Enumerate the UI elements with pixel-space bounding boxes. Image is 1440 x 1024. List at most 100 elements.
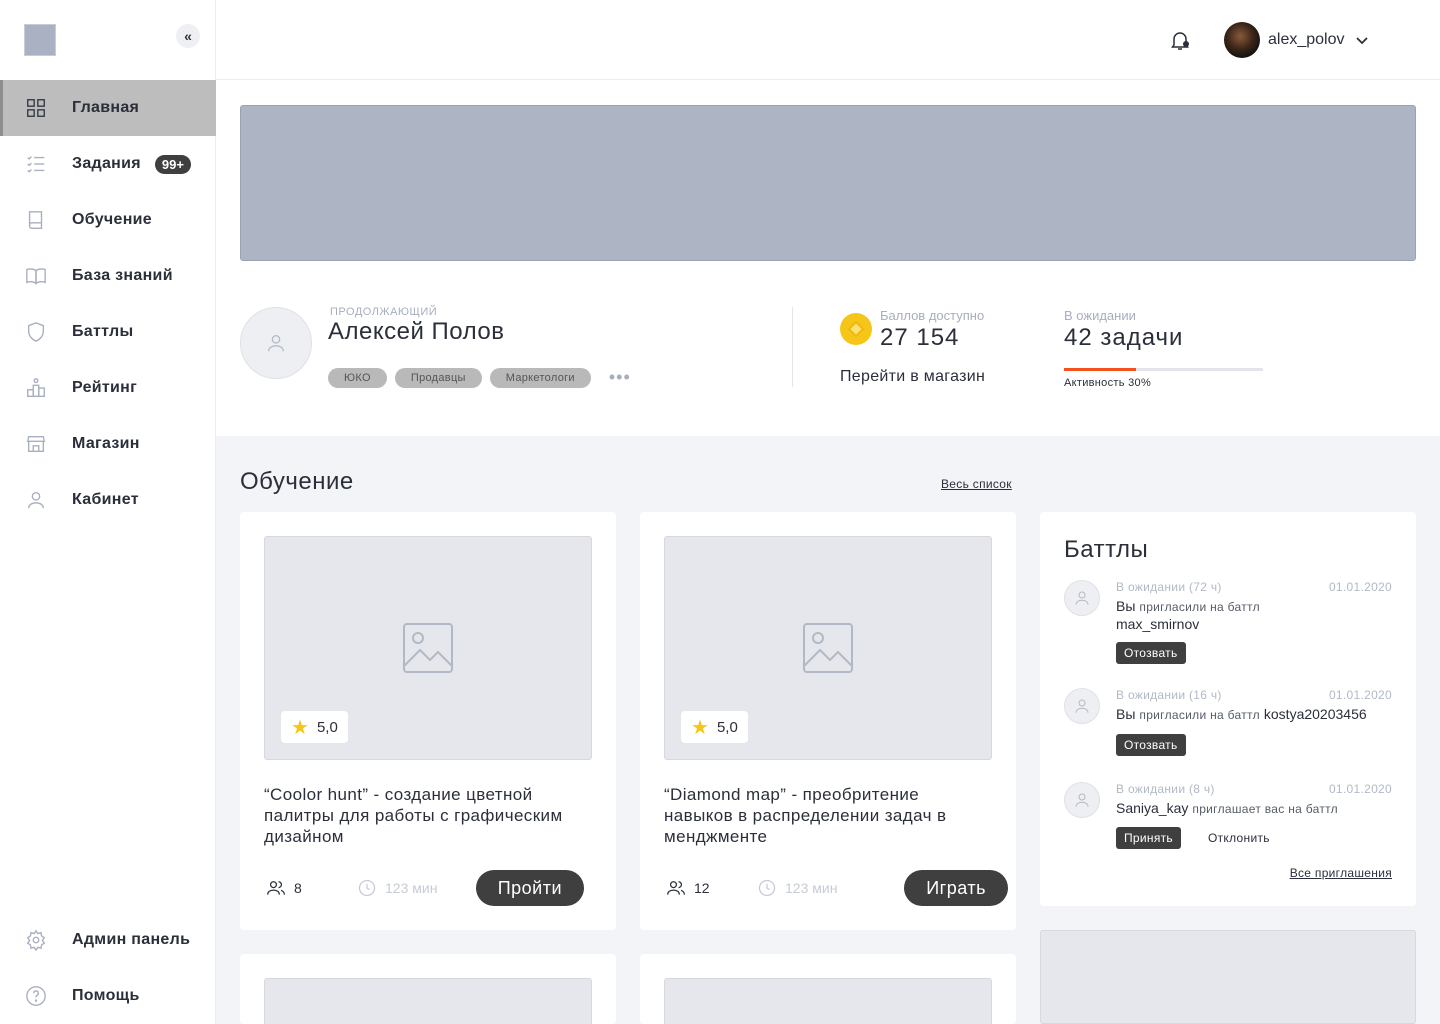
podium-icon [24, 376, 48, 400]
tag[interactable]: Маркетологи [489, 367, 591, 388]
invitation-who[interactable]: Saniya_kay [1116, 800, 1188, 816]
sidebar-item-help[interactable]: Помощь [0, 968, 216, 1024]
star-icon: ★ [291, 716, 309, 739]
sidebar-item-label: Админ панель [72, 931, 191, 948]
users-icon [267, 881, 285, 895]
divider [792, 307, 793, 387]
rating-badge: ★ 5,0 [281, 711, 348, 743]
user-icon [24, 488, 48, 512]
invitation-action: пригласили на баттл [1139, 600, 1260, 614]
sidebar-item-learning[interactable]: Обучение [0, 192, 216, 248]
rating-value: 5,0 [316, 718, 338, 736]
course-card[interactable]: ★ 5,0 “Coolor hunt” - создание цветной п… [240, 512, 616, 930]
profile-section: ПРОДОЛЖАЮЩИЙ Алексей Полов ЮКО Продавцы … [216, 80, 1440, 436]
sidebar-item-battles[interactable]: Баттлы [0, 304, 216, 360]
sidebar-item-label: База знаний [72, 267, 173, 284]
start-course-button[interactable]: Пройти [475, 870, 584, 906]
sidebar-item-label: Обучение [72, 211, 153, 228]
invitation-action: приглашает вас на баттл [1192, 802, 1338, 816]
battle-invitation: В ожидании (8 ч) 01.01.2020 Saniya_kay пр… [1064, 782, 1392, 852]
widget-placeholder [1040, 930, 1416, 1024]
notification-dot [1183, 41, 1189, 47]
rating-value: 5,0 [716, 718, 738, 736]
invitation-target[interactable]: kostya20203456 [1264, 706, 1367, 722]
user-icon [268, 335, 284, 352]
users-icon [667, 881, 685, 895]
collapse-sidebar-button[interactable]: « [176, 24, 200, 48]
pending-value: 42 задачи [1064, 324, 1184, 351]
store-icon [24, 432, 48, 456]
book-icon [24, 208, 48, 232]
logo[interactable] [24, 24, 56, 56]
course-card[interactable] [640, 954, 1016, 1024]
participants-count: 8 [294, 880, 302, 896]
battle-invitation: В ожидании (16 ч) 01.01.2020 Вы пригласил… [1064, 688, 1392, 760]
duration: 123 мин [357, 878, 437, 898]
tag[interactable]: ЮКО [328, 367, 387, 388]
sidebar-item-tasks[interactable]: Задания 99+ [0, 136, 216, 192]
all-invitations-link[interactable]: Все приглашения [1290, 866, 1392, 880]
sidebar-item-knowledge-base[interactable]: База знаний [0, 248, 216, 304]
invitation-who: Вы [1116, 598, 1136, 614]
invitation-who: Вы [1116, 706, 1136, 722]
points-label: Баллов доступно [880, 308, 985, 323]
invitation-text: Saniya_kay приглашает вас на баттл [1116, 800, 1392, 818]
go-to-store-link[interactable]: Перейти в магазин [840, 368, 985, 386]
learning-section-title: Обучение [240, 468, 354, 495]
tasks-count-badge: 99+ [154, 154, 191, 174]
pending-label: В ожидании [1064, 308, 1136, 323]
avatar [1064, 688, 1100, 724]
profile-name: Алексей Полов [328, 318, 505, 345]
user-icon [1075, 591, 1089, 605]
battles-panel: Баттлы В ожидании (72 ч) 01.01.2020 Вы пр… [1040, 512, 1416, 906]
bell-icon[interactable] [1168, 28, 1192, 52]
invitation-target[interactable]: max_smirnov [1116, 616, 1199, 632]
course-image: ★ 5,0 [664, 536, 992, 760]
sidebar-item-label: Кабинет [72, 491, 139, 508]
course-title[interactable]: “Diamond map” - преобритение навыков в р… [664, 784, 984, 847]
sidebar: « Главная Задания 99+ Обучение База знан… [0, 0, 216, 1024]
rating-badge: ★ 5,0 [681, 711, 748, 743]
course-card[interactable] [240, 954, 616, 1024]
learning-all-link[interactable]: Весь список [941, 477, 1012, 491]
user-icon [1075, 699, 1089, 713]
more-icon[interactable]: ••• [609, 367, 631, 388]
revoke-button[interactable]: Отозвать [1116, 642, 1186, 664]
sidebar-item-label: Задания [72, 155, 141, 172]
invitation-status: В ожидании (16 ч) [1116, 688, 1222, 702]
decline-button[interactable]: Отклонить [1208, 831, 1270, 845]
duration-value: 123 мин [385, 880, 438, 896]
image-placeholder-icon [803, 623, 853, 673]
battles-title: Баттлы [1064, 536, 1149, 563]
invitation-action: пригласили на баттл [1139, 708, 1260, 722]
participants: 8 [266, 878, 302, 898]
sidebar-item-label: Баттлы [72, 323, 134, 340]
sidebar-item-rating[interactable]: Рейтинг [0, 360, 216, 416]
sidebar-item-home[interactable]: Главная [0, 80, 216, 136]
play-course-button[interactable]: Играть [904, 870, 1008, 906]
star-icon: ★ [691, 716, 709, 739]
profile-avatar [240, 307, 312, 379]
top-header: alex_polov [216, 0, 1440, 80]
sidebar-item-store[interactable]: Магазин [0, 416, 216, 472]
user-icon [1075, 793, 1089, 807]
course-title[interactable]: “Coolor hunt” - создание цветной палитры… [264, 784, 584, 847]
participants: 12 [666, 878, 710, 898]
shield-icon [24, 320, 48, 344]
accept-button[interactable]: Принять [1116, 827, 1181, 849]
image-placeholder-icon [403, 623, 453, 673]
sidebar-item-admin-panel[interactable]: Админ панель [0, 912, 216, 968]
user-menu[interactable]: alex_polov [1224, 22, 1369, 58]
invitation-status: В ожидании (8 ч) [1116, 782, 1215, 796]
revoke-button[interactable]: Отозвать [1116, 734, 1186, 756]
sidebar-item-label: Магазин [72, 435, 140, 452]
sidebar-item-cabinet[interactable]: Кабинет [0, 472, 216, 528]
course-card[interactable]: ★ 5,0 “Diamond map” - преобритение навык… [640, 512, 1016, 930]
invitation-date: 01.01.2020 [1328, 688, 1392, 702]
tag[interactable]: Продавцы [394, 367, 482, 388]
sidebar-item-label: Рейтинг [72, 379, 138, 396]
grid-icon [24, 96, 48, 120]
sidebar-item-label: Главная [72, 99, 140, 116]
battle-invitation: В ожидании (72 ч) 01.01.2020 Вы пригласил… [1064, 580, 1392, 670]
activity-label: Активность 30% [1064, 377, 1152, 389]
